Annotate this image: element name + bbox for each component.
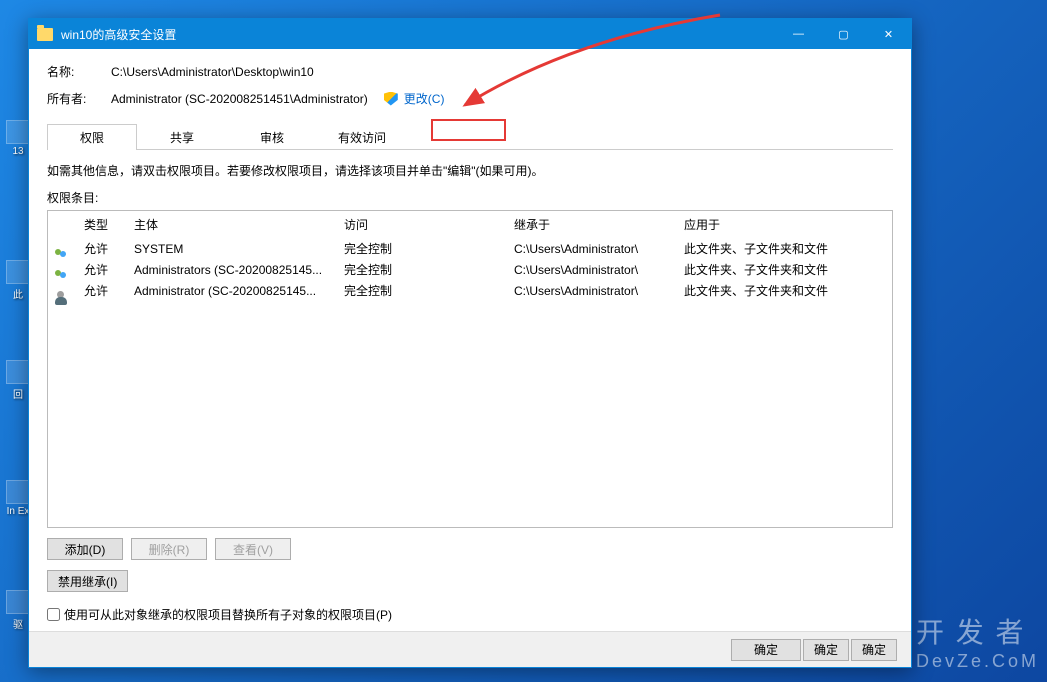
footer: 确定 确定 确定 xyxy=(29,631,911,667)
col-type[interactable]: 类型 xyxy=(84,214,134,235)
cell-principal: Administrator (SC-20200825145... xyxy=(134,284,344,298)
watermark: 开 发 者 DevZe.CoM xyxy=(916,611,1039,672)
replace-children-label: 使用可从此对象继承的权限项目替换所有子对象的权限项目(P) xyxy=(64,606,392,623)
disable-inherit-button[interactable]: 禁用继承(I) xyxy=(47,570,128,592)
cell-type: 允许 xyxy=(84,240,134,257)
shield-icon xyxy=(384,92,398,106)
cell-type: 允许 xyxy=(84,282,134,299)
cell-applies: 此文件夹、子文件夹和文件 xyxy=(684,261,886,278)
table-row[interactable]: 允许Administrator (SC-20200825145...完全控制C:… xyxy=(48,280,892,301)
cell-access: 完全控制 xyxy=(344,282,514,299)
cell-access: 完全控制 xyxy=(344,240,514,257)
cell-applies: 此文件夹、子文件夹和文件 xyxy=(684,240,886,257)
tab-share[interactable]: 共享 xyxy=(137,124,227,150)
folder-icon xyxy=(37,28,53,41)
cell-applies: 此文件夹、子文件夹和文件 xyxy=(684,282,886,299)
col-applies[interactable]: 应用于 xyxy=(684,214,886,235)
owner-label: 所有者: xyxy=(47,90,111,107)
col-inherited[interactable]: 继承于 xyxy=(514,214,684,235)
cell-inherited: C:\Users\Administrator\ xyxy=(514,242,684,256)
window-title: win10的高级安全设置 xyxy=(61,26,176,43)
maximize-button[interactable]: ▢ xyxy=(821,19,866,49)
permission-table: 类型 主体 访问 继承于 应用于 允许SYSTEM完全控制C:\Users\Ad… xyxy=(47,210,893,528)
tab-permissions[interactable]: 权限 xyxy=(47,124,137,150)
security-settings-window: win10的高级安全设置 — ▢ ✕ 名称: C:\Users\Administ… xyxy=(28,18,912,668)
cell-inherited: C:\Users\Administrator\ xyxy=(514,263,684,277)
owner-value: Administrator (SC-202008251451\Administr… xyxy=(111,92,368,106)
tab-effective[interactable]: 有效访问 xyxy=(317,124,407,150)
cell-inherited: C:\Users\Administrator\ xyxy=(514,284,684,298)
cell-type: 允许 xyxy=(84,261,134,278)
titlebar[interactable]: win10的高级安全设置 — ▢ ✕ xyxy=(29,19,911,49)
add-button[interactable]: 添加(D) xyxy=(47,538,123,560)
col-access[interactable]: 访问 xyxy=(344,214,514,235)
change-owner-link[interactable]: 更改(C) xyxy=(404,90,445,107)
col-principal[interactable]: 主体 xyxy=(134,214,344,235)
table-row[interactable]: 允许SYSTEM完全控制C:\Users\Administrator\此文件夹、… xyxy=(48,238,892,259)
name-value: C:\Users\Administrator\Desktop\win10 xyxy=(111,65,314,79)
minimize-button[interactable]: — xyxy=(776,19,821,49)
ok-button[interactable]: 确定 xyxy=(731,639,801,661)
permission-header: 类型 主体 访问 继承于 应用于 xyxy=(48,211,892,238)
cell-access: 完全控制 xyxy=(344,261,514,278)
ok-button-2[interactable]: 确定 xyxy=(803,639,849,661)
cell-principal: Administrators (SC-20200825145... xyxy=(134,263,344,277)
replace-children-checkbox[interactable] xyxy=(47,608,60,621)
view-button[interactable]: 查看(V) xyxy=(215,538,291,560)
permission-entries-label: 权限条目: xyxy=(47,189,893,206)
instruction-text: 如需其他信息，请双击权限项目。若要修改权限项目，请选择该项目并单击"编辑"(如果… xyxy=(47,162,893,179)
close-button[interactable]: ✕ xyxy=(866,19,911,49)
ok-button-3[interactable]: 确定 xyxy=(851,639,897,661)
remove-button[interactable]: 删除(R) xyxy=(131,538,207,560)
name-label: 名称: xyxy=(47,63,111,80)
tab-audit[interactable]: 审核 xyxy=(227,124,317,150)
cell-principal: SYSTEM xyxy=(134,242,344,256)
table-row[interactable]: 允许Administrators (SC-20200825145...完全控制C… xyxy=(48,259,892,280)
tabs: 权限 共享 审核 有效访问 xyxy=(47,123,893,150)
